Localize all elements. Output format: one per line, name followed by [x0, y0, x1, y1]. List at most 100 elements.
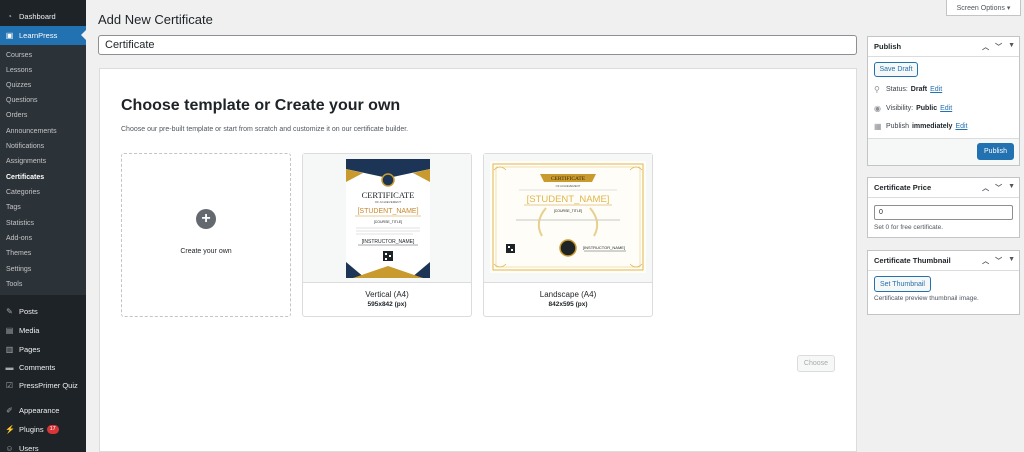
submenu-addons[interactable]: Add-ons: [6, 232, 32, 246]
create-your-own-label: Create your own: [180, 248, 232, 255]
cert-instructor: [INSTRUCTOR_NAME]: [362, 239, 415, 245]
submenu-courses[interactable]: Courses: [6, 49, 32, 63]
chooser-heading: Choose template or Create your own: [121, 97, 401, 114]
cert-student: [STUDENT_NAME]: [527, 194, 610, 205]
title-input[interactable]: [98, 35, 857, 55]
menu-label: Users: [19, 444, 39, 452]
certificate-price-box: Certificate Price ︿ ﹀ ▼ 0 Set 0 for free…: [867, 177, 1020, 238]
publish-box-header[interactable]: Publish ︿ ﹀ ▼: [868, 37, 1019, 57]
submenu-orders[interactable]: Orders: [6, 109, 27, 123]
landscape-certificate-preview: CERTIFICATE OF ACHIEVEMENT [STUDENT_NAME…: [490, 161, 646, 273]
submenu-questions[interactable]: Questions: [6, 94, 38, 108]
thumbnail-box-title: Certificate Thumbnail: [874, 256, 951, 265]
plug-icon: ⚡: [5, 425, 15, 434]
submenu-announcements[interactable]: Announcements: [6, 125, 57, 139]
price-box-header[interactable]: Certificate Price ︿ ﹀ ▼: [868, 178, 1019, 198]
cert-subtitle: OF ACHIEVEMENT: [375, 200, 402, 204]
publish-box: Publish ︿ ﹀ ▼ Save Draft ⚲ Status: Draft…: [867, 36, 1020, 166]
template-chooser-panel: Choose template or Create your own Choos…: [99, 68, 857, 452]
submenu-assignments[interactable]: Assignments: [6, 155, 46, 169]
page-title: Add New Certificate: [98, 12, 213, 27]
save-draft-button[interactable]: Save Draft: [874, 62, 918, 77]
chevron-down-icon[interactable]: ﹀: [995, 183, 1002, 193]
chevron-down-icon[interactable]: ﹀: [995, 42, 1002, 52]
media-icon: ▤: [5, 326, 14, 335]
comments-icon: ▬: [5, 363, 14, 372]
menu-label: PressPrimer Quiz: [19, 381, 78, 390]
cert-course: [COURSE_TITLE]: [554, 209, 582, 213]
menu-appearance[interactable]: ✐ Appearance: [0, 401, 86, 420]
certificate-thumbnail-box: Certificate Thumbnail ︿ ﹀ ▼ Set Thumbnai…: [867, 250, 1020, 315]
visibility-value: Public: [916, 105, 938, 112]
menu-comments[interactable]: ▬ Comments: [0, 358, 86, 377]
pages-icon: ▥: [5, 345, 14, 354]
submenu-tags[interactable]: Tags: [6, 201, 21, 215]
submenu-themes[interactable]: Themes: [6, 247, 31, 261]
submenu-lessons[interactable]: Lessons: [6, 64, 32, 78]
price-box-title: Certificate Price: [874, 183, 932, 192]
submenu-certificates[interactable]: Certificates: [6, 171, 44, 185]
template-card-vertical[interactable]: CERTIFICATE OF ACHIEVEMENT [STUDENT_NAME…: [302, 153, 472, 317]
choose-button[interactable]: Choose: [797, 355, 835, 372]
chevron-up-icon[interactable]: ︿: [982, 183, 989, 193]
status-edit-link[interactable]: Edit: [930, 86, 942, 93]
status-label: Status:: [886, 86, 908, 93]
menu-label: Appearance: [19, 406, 60, 415]
menu-posts[interactable]: ✎ Posts: [0, 302, 86, 321]
menu-label: Dashboard: [19, 12, 56, 21]
calendar-icon: ▦: [874, 122, 882, 131]
menu-users[interactable]: ☺ Users: [0, 439, 86, 452]
learnpress-icon: ▣: [5, 31, 14, 40]
cert-title: CERTIFICATE: [362, 190, 415, 200]
cert-student: [STUDENT_NAME]: [357, 208, 418, 215]
menu-label: Comments: [19, 363, 56, 372]
menu-pressprimer-quiz[interactable]: ☑ PressPrimer Quiz: [0, 376, 86, 395]
submenu-quizzes[interactable]: Quizzes: [6, 79, 31, 93]
cert-instructor: [INSTRUCTOR_NAME]: [583, 245, 625, 250]
cert-subtitle: OF ACHIEVEMENT: [556, 184, 581, 188]
template-thumbnail: CERTIFICATE OF ACHIEVEMENT [STUDENT_NAME…: [303, 154, 471, 283]
submenu-settings[interactable]: Settings: [6, 263, 31, 277]
cert-title: CERTIFICATE: [551, 176, 586, 182]
chevron-up-icon[interactable]: ︿: [982, 42, 989, 52]
publish-button[interactable]: Publish: [977, 143, 1014, 160]
thumbnail-box-header[interactable]: Certificate Thumbnail ︿ ﹀ ▼: [868, 251, 1019, 271]
menu-learnpress[interactable]: ▣ LearnPress: [0, 26, 86, 45]
publish-date-edit-link[interactable]: Edit: [955, 123, 967, 130]
submenu-tools[interactable]: Tools: [6, 278, 22, 292]
pin-icon: ⚲: [874, 85, 880, 94]
price-input[interactable]: 0: [874, 205, 1013, 220]
price-hint: Set 0 for free certificate.: [874, 224, 944, 231]
menu-label: Plugins: [19, 425, 44, 434]
menu-media[interactable]: ▤ Media: [0, 321, 86, 340]
status-value: Draft: [910, 86, 928, 93]
create-your-own-card[interactable]: + Create your own: [121, 153, 291, 317]
caret-down-icon[interactable]: ▼: [1008, 42, 1015, 52]
plugins-update-badge: 17: [46, 425, 59, 434]
caret-down-icon[interactable]: ▼: [1008, 256, 1015, 266]
chevron-up-icon[interactable]: ︿: [982, 256, 989, 266]
publish-date-label: Publish: [886, 123, 909, 130]
menu-label: Posts: [19, 307, 38, 316]
pin-icon: ✎: [6, 307, 13, 316]
eye-icon: ◉: [874, 104, 881, 113]
set-thumbnail-button[interactable]: Set Thumbnail: [874, 276, 931, 292]
vertical-certificate-preview: CERTIFICATE OF ACHIEVEMENT [STUDENT_NAME…: [346, 159, 430, 278]
visibility-label: Visibility:: [886, 105, 914, 112]
visibility-edit-link[interactable]: Edit: [940, 105, 952, 112]
screen-options-button[interactable]: Screen Options ▾: [946, 0, 1021, 16]
menu-plugins[interactable]: ⚡ Plugins 17: [0, 420, 86, 439]
visibility-row: ◉ Visibility: Public Edit: [874, 104, 952, 113]
submenu-notifications[interactable]: Notifications: [6, 140, 44, 154]
submenu-categories[interactable]: Categories: [6, 186, 40, 200]
admin-sidebar: ◔ Dashboard ▣ LearnPress Courses Lessons…: [0, 0, 86, 452]
menu-pages[interactable]: ▥ Pages: [0, 340, 86, 359]
submenu-statistics[interactable]: Statistics: [6, 217, 34, 231]
menu-dashboard[interactable]: ◔ Dashboard: [0, 7, 86, 26]
template-name: Vertical (A4): [365, 290, 409, 299]
template-thumbnail: CERTIFICATE OF ACHIEVEMENT [STUDENT_NAME…: [484, 154, 652, 283]
status-row: ⚲ Status: Draft Edit: [874, 85, 942, 94]
caret-down-icon[interactable]: ▼: [1008, 183, 1015, 193]
chevron-down-icon[interactable]: ﹀: [995, 256, 1002, 266]
template-card-landscape[interactable]: CERTIFICATE OF ACHIEVEMENT [STUDENT_NAME…: [483, 153, 653, 317]
